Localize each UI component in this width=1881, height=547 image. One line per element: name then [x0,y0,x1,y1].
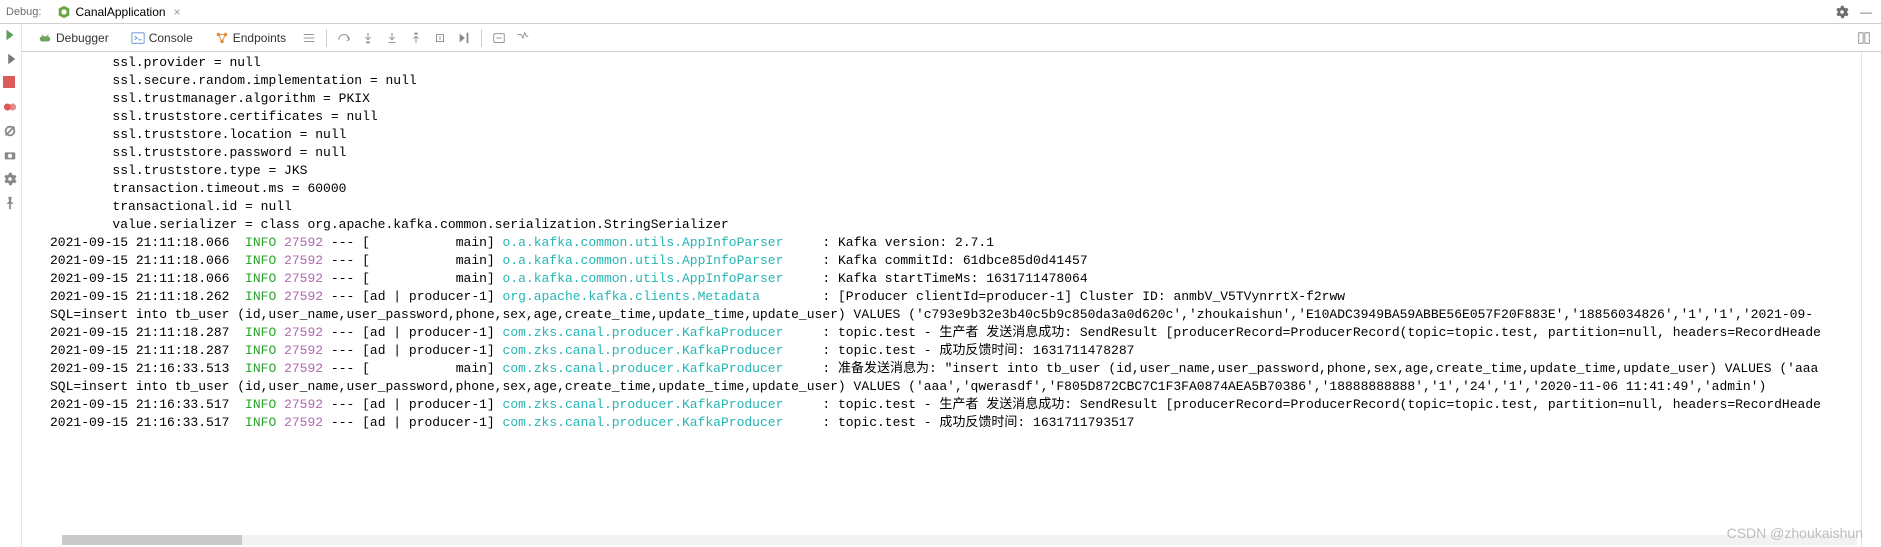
debug-tabs-bar: Debug: CanalApplication × — [0,0,1881,24]
tab-debugger[interactable]: Debugger [28,24,119,51]
evaluate-icon[interactable] [488,27,510,49]
right-gutter [1861,52,1881,547]
rerun-icon[interactable] [3,28,19,44]
settings-icon[interactable] [1833,3,1851,21]
mute-breakpoints-icon[interactable] [3,124,19,140]
camera-icon[interactable] [3,148,19,164]
resume-icon[interactable] [3,52,19,68]
console-text: ssl.provider = null ssl.secure.random.im… [22,52,1881,452]
endpoints-icon [215,31,229,45]
stop-icon[interactable] [3,76,19,92]
separator [481,29,482,47]
run-tab-label: CanalApplication [75,5,165,19]
step-out-icon[interactable] [405,27,427,49]
step-into-icon[interactable] [357,27,379,49]
close-tab-icon[interactable]: × [174,5,181,19]
separator [326,29,327,47]
debug-actions-rail [0,24,22,547]
run-tab-canalapplication[interactable]: CanalApplication × [49,3,188,21]
main-panel: Debugger Console Endpoints ssl.provider … [22,24,1881,547]
tab-debugger-label: Debugger [56,31,109,45]
console-icon [131,31,145,45]
spring-boot-icon [57,5,71,19]
step-over-icon[interactable] [333,27,355,49]
debug-label: Debug: [6,6,41,18]
view-breakpoints-icon[interactable] [3,100,19,116]
debug-toolbar: Debugger Console Endpoints [22,24,1881,52]
layout-settings-icon[interactable] [1853,27,1875,49]
debugger-icon [38,31,52,45]
trace-icon[interactable] [512,27,534,49]
horizontal-scrollbar[interactable] [62,535,1857,545]
threads-icon[interactable] [298,27,320,49]
console-output-area[interactable]: ssl.provider = null ssl.secure.random.im… [22,52,1881,547]
drop-frame-icon[interactable] [429,27,451,49]
tab-console[interactable]: Console [121,24,203,51]
scrollbar-thumb[interactable] [62,535,242,545]
run-to-cursor-icon[interactable] [453,27,475,49]
hide-icon[interactable]: — [1857,3,1875,21]
force-step-into-icon[interactable] [381,27,403,49]
tab-console-label: Console [149,31,193,45]
tab-endpoints-label: Endpoints [233,31,286,45]
tab-endpoints[interactable]: Endpoints [205,24,296,51]
pin-icon[interactable] [3,196,19,212]
settings-rail-icon[interactable] [3,172,19,188]
